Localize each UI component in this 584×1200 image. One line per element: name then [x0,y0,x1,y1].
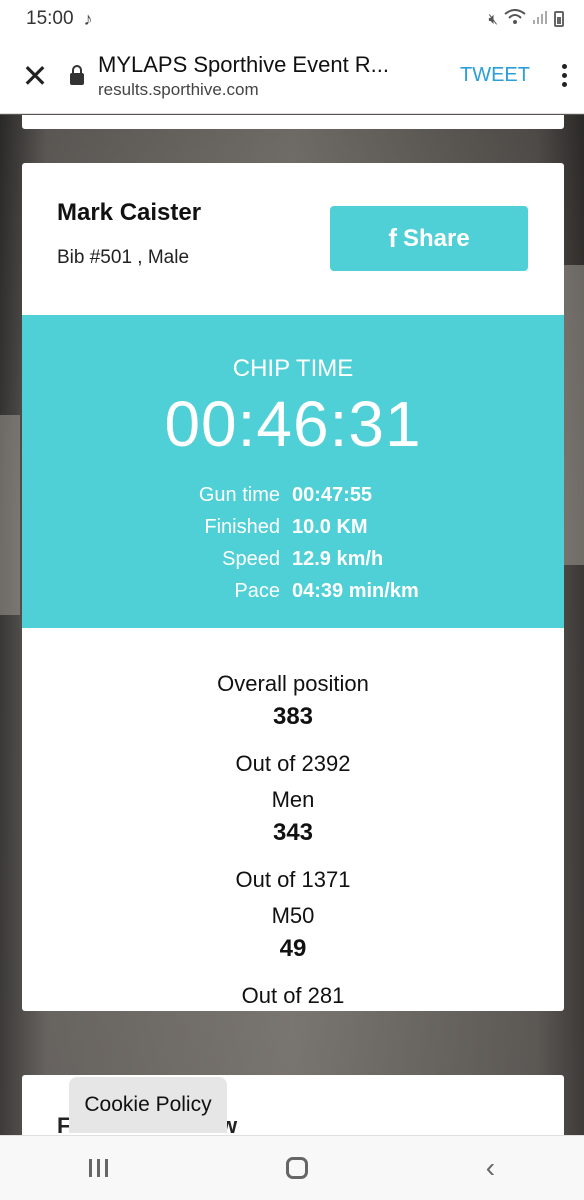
signal-icon [532,9,548,29]
athlete-bib-gender: Bib #501 , Male [57,247,190,268]
position-label: Men [271,787,315,812]
result-card: Mark Caister Bib #501 , Male f Share CHI… [22,163,564,1011]
mute-icon: 🔇︎ [488,10,498,28]
more-vert-icon[interactable] [544,64,584,87]
position-value: 343 [272,819,314,846]
stat-label: Speed [222,547,280,570]
battery-icon [554,11,564,27]
stat-row-finished: Finished 10.0 KM [22,511,564,543]
position-label: M50 [271,903,315,928]
address-block[interactable]: MYLAPS Sporthive Event R... results.spor… [98,52,460,100]
facebook-share-button[interactable]: f Share [330,206,528,271]
recent-apps-icon[interactable] [88,1159,108,1177]
back-icon[interactable]: ‹ [486,1152,495,1184]
position-out-of: Out of 281 [241,983,345,1008]
position-label: Overall position [217,671,369,696]
chip-time-value: 00:46:31 [164,388,422,460]
home-icon[interactable] [285,1157,308,1179]
stat-row-gun-time: Gun time 00:47:55 [22,479,564,511]
page-title: MYLAPS Sporthive Event R... [98,51,390,77]
time-stats: Gun time 00:47:55 Finished 10.0 KM Speed… [22,479,564,607]
close-icon[interactable]: ✕ [0,38,70,114]
browser-toolbar: ✕ MYLAPS Sporthive Event R... results.sp… [0,38,584,114]
chip-time-panel: CHIP TIME 00:46:31 Gun time 00:47:55 Fin… [22,315,564,628]
stat-row-speed: Speed 12.9 km/h [22,543,564,575]
position-overall: Overall position 383 Out of 2392 [22,666,564,782]
page-url: results.sporthive.com [98,79,259,99]
status-time: 15:00 [26,8,74,29]
position-value: 49 [279,935,307,962]
position-out-of: Out of 2392 [235,751,351,776]
stat-label: Pace [234,579,280,602]
athlete-name: Mark Caister [57,199,202,226]
stat-value: 04:39 min/km [292,579,419,602]
wifi-icon [504,9,526,29]
stat-row-pace: Pace 04:39 min/km [22,575,564,607]
facebook-icon: f [388,223,397,253]
lock-icon [70,64,84,85]
cookie-policy-button[interactable]: Cookie Policy [69,1077,227,1133]
position-category: M50 49 Out of 281 [22,898,564,1011]
positions-section: Overall position 383 Out of 2392 Men 343… [22,628,564,1011]
stat-value: 10.0 KM [292,515,368,538]
status-bar: 15:00 ♪ 🔇︎ [0,0,584,38]
status-icons: 🔇︎ [489,9,564,29]
chip-time-label: CHIP TIME [232,355,354,382]
position-value: 383 [272,703,314,730]
position-out-of: Out of 1371 [235,867,351,892]
navigation-bar: ‹ [0,1135,584,1200]
position-gender: Men 343 Out of 1371 [22,782,564,898]
athlete-header: Mark Caister Bib #501 , Male f Share [22,163,564,315]
music-note-icon: ♪ [83,8,93,29]
stat-value: 00:47:55 [292,483,373,506]
previous-card-edge [22,115,564,129]
stat-label: Gun time [198,483,280,506]
share-label: Share [402,224,470,252]
stat-value: 12.9 km/h [292,547,384,570]
stat-label: Finished [204,515,280,538]
tweet-button[interactable]: TWEET [460,64,530,87]
